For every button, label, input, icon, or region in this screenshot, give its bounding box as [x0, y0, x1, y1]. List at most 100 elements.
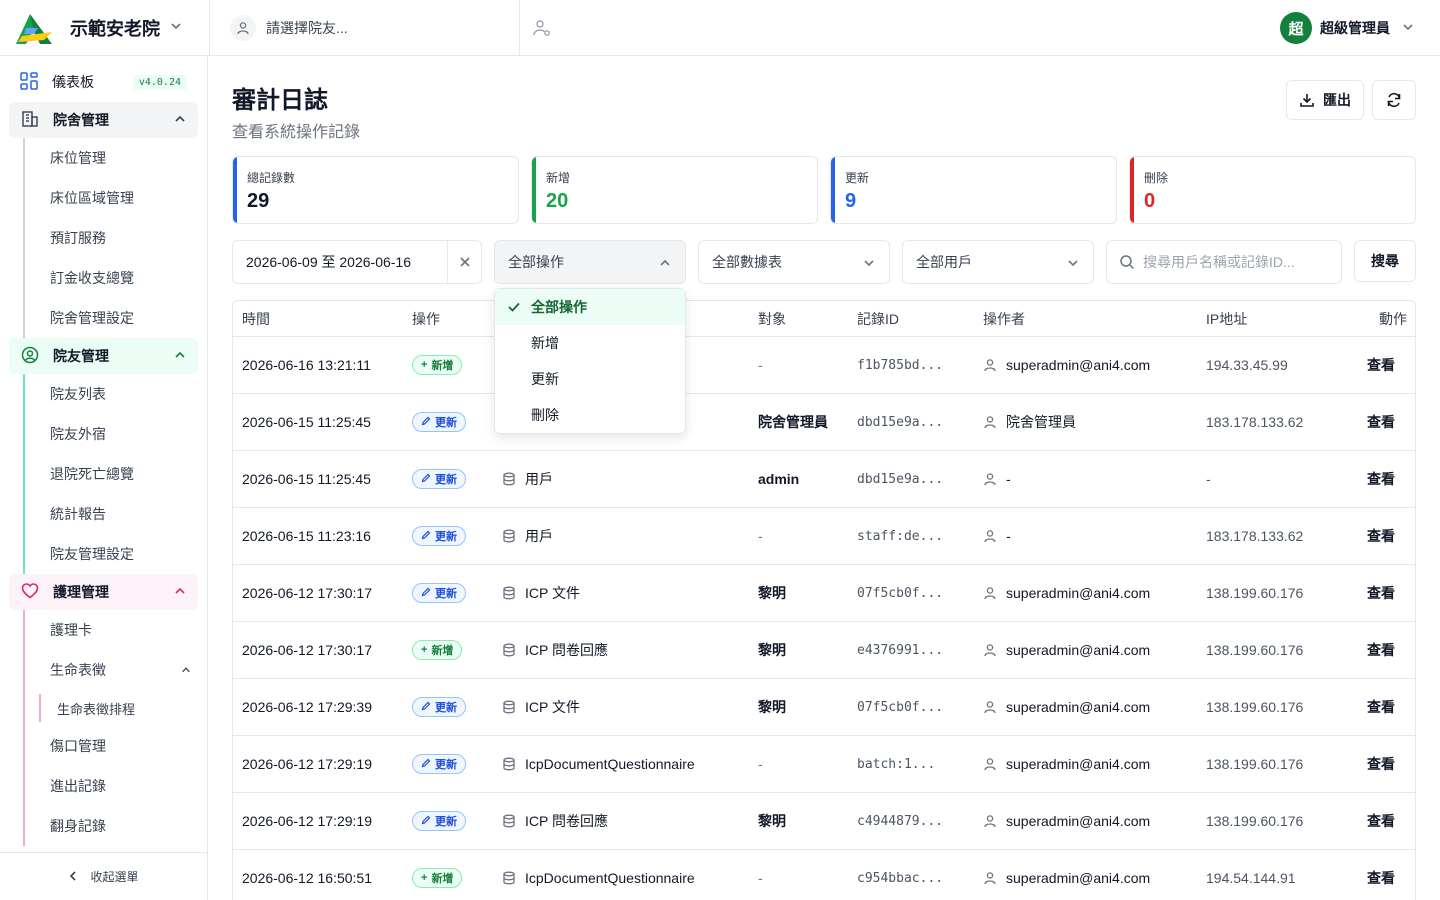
view-button[interactable]: 查看: [1346, 583, 1415, 603]
sidebar-submenu-nursing: 護理卡 生命表徵 生命表徵排程 傷口管理 進出記錄 翻身記錄: [23, 610, 207, 846]
sidebar-group-residents[interactable]: 院友管理: [9, 338, 198, 374]
view-button[interactable]: 查看: [1346, 355, 1415, 375]
export-button[interactable]: 匯出: [1286, 80, 1364, 120]
stat-value: 29: [247, 190, 270, 212]
cell-actor: 院舍管理員: [983, 412, 1206, 432]
column-header-actor[interactable]: 操作者: [983, 309, 1206, 329]
collapse-menu-button[interactable]: 收起選單: [0, 852, 207, 900]
resident-selector[interactable]: 請選擇院友...: [230, 0, 520, 55]
org-switcher[interactable]: 示範安老院: [0, 0, 210, 55]
view-button[interactable]: 查看: [1346, 697, 1415, 717]
sidebar-item-vitals[interactable]: 生命表徵: [23, 650, 207, 690]
cell-ip: 138.199.60.176: [1206, 585, 1304, 601]
table-name: ICP 文件: [525, 699, 580, 715]
sidebar-group-facility[interactable]: 院舍管理: [9, 102, 198, 138]
view-button[interactable]: 查看: [1346, 469, 1415, 489]
date-range-value: 2026-06-09 至 2026-06-16: [246, 254, 412, 270]
sidebar: 儀表板 v4.0.24 院舍管理 床位管理 床位區域管理 預訂服務 訂金收支總覽…: [0, 56, 208, 900]
sidebar-item-resident-leave[interactable]: 院友外宿: [23, 414, 207, 454]
sidebar-item-bed-areas[interactable]: 床位區域管理: [23, 178, 207, 218]
database-icon: [503, 586, 515, 600]
view-button[interactable]: 查看: [1346, 868, 1415, 888]
cell-table: ICP 文件: [502, 583, 758, 603]
table-select[interactable]: 全部數據表: [698, 240, 890, 284]
operation-badge-label: 新增: [431, 873, 454, 885]
operation-badge: 更新: [412, 697, 466, 717]
user-name: 超級管理員: [1320, 20, 1390, 36]
chevron-up-icon: [174, 112, 186, 128]
view-button[interactable]: 查看: [1346, 640, 1415, 660]
column-header-object[interactable]: 對象: [758, 309, 857, 329]
operation-badge: + 新增: [412, 868, 463, 888]
sidebar-item-dashboard[interactable]: 儀表板 v4.0.24: [0, 62, 207, 102]
sidebar-item-bookings[interactable]: 預訂服務: [23, 218, 207, 258]
column-header-record-id[interactable]: 記錄ID: [857, 309, 983, 329]
page-title: 審計日誌: [232, 87, 328, 114]
table-name: IcpDocumentQuestionnaire: [525, 870, 695, 886]
version-badge: v4.0.24: [132, 74, 187, 90]
sidebar-item-care-card[interactable]: 護理卡: [23, 610, 207, 650]
sidebar-item-wounds[interactable]: 傷口管理: [23, 726, 207, 766]
sidebar-item-entry-exit[interactable]: 進出記錄: [23, 766, 207, 806]
cell-object: -: [758, 528, 763, 544]
dropdown-option-delete[interactable]: 刪除: [495, 397, 685, 433]
user-select[interactable]: 全部用戶: [902, 240, 1094, 284]
sidebar-item-vitals-schedule[interactable]: 生命表徵排程: [39, 690, 207, 726]
cell-operation: + 新增: [412, 640, 502, 660]
pencil-icon: [421, 473, 431, 486]
sidebar-item-turning[interactable]: 翻身記錄: [23, 806, 207, 846]
actor-name: superadmin@ani4.com: [1006, 756, 1151, 772]
user-menu[interactable]: 超 超級管理員: [1280, 0, 1414, 56]
database-icon: [503, 472, 515, 486]
table-row: 2026-06-12 17:30:17 + 新增 ICP 問卷回應 黎明 e4376991…: [233, 622, 1415, 679]
operation-select[interactable]: 全部操作: [494, 240, 686, 284]
table-row: 2026-06-15 11:23:16 更新 用戶 - staff:de... - 183.…: [233, 508, 1415, 565]
sidebar-item-label: 生命表徵: [50, 662, 106, 678]
clear-date-button[interactable]: [447, 241, 481, 283]
cell-ip: 194.54.144.91: [1206, 870, 1296, 886]
cell-record-id: e4376991...: [857, 642, 944, 658]
stat-label: 刪除: [1144, 171, 1169, 185]
stat-card-delete: 刪除 0: [1129, 156, 1416, 224]
sidebar-item-resident-list[interactable]: 院友列表: [23, 374, 207, 414]
table-name: IcpDocumentQuestionnaire: [525, 756, 695, 772]
sidebar-item-beds[interactable]: 床位管理: [23, 138, 207, 178]
date-range-picker[interactable]: 2026-06-09 至 2026-06-16: [232, 240, 482, 284]
user-icon: [984, 359, 996, 372]
sidebar-item-discharge[interactable]: 退院死亡總覽: [23, 454, 207, 494]
cell-record-id: 07f5cb0f...: [857, 585, 944, 601]
table-row: 2026-06-12 17:29:19 更新 ICP 問卷回應 黎明 c4944879.…: [233, 793, 1415, 850]
sidebar-item-facility-settings[interactable]: 院舍管理設定: [23, 298, 207, 338]
stat-label: 更新: [845, 171, 870, 185]
sidebar-item-resident-settings[interactable]: 院友管理設定: [23, 534, 207, 574]
cell-record-id: f1b785bd...: [857, 357, 944, 373]
column-header-operation[interactable]: 操作: [412, 309, 502, 329]
column-header-ip[interactable]: IP地址: [1206, 309, 1346, 329]
column-header-action: 動作: [1379, 310, 1407, 327]
user-icon: [984, 530, 996, 543]
sidebar-item-deposits[interactable]: 訂金收支總覽: [23, 258, 207, 298]
dropdown-option-update[interactable]: 更新: [495, 361, 685, 397]
user-icon: [984, 473, 996, 486]
refresh-button[interactable]: [1372, 80, 1416, 120]
column-header-time[interactable]: 時間: [233, 309, 412, 329]
filter-bar: 2026-06-09 至 2026-06-16 全部操作 全部數據表 全部用戶 …: [232, 240, 1416, 284]
search-button[interactable]: 搜尋: [1354, 240, 1416, 282]
user-settings-icon[interactable]: [532, 18, 552, 38]
dropdown-option-create[interactable]: 新增: [495, 325, 685, 361]
chevron-down-icon: [1067, 256, 1079, 272]
view-button[interactable]: 查看: [1346, 412, 1415, 432]
search-input[interactable]: [1143, 254, 1333, 270]
operation-badge: + 新增: [412, 355, 463, 375]
table-select-value: 全部數據表: [712, 254, 782, 270]
view-button[interactable]: 查看: [1346, 811, 1415, 831]
operation-badge: 更新: [412, 583, 466, 603]
dropdown-option-all[interactable]: 全部操作: [495, 289, 685, 325]
cell-record-id: c954bbac...: [857, 870, 944, 886]
search-box: [1106, 240, 1342, 284]
view-button[interactable]: 查看: [1346, 526, 1415, 546]
dropdown-option-label: 刪除: [531, 407, 559, 423]
view-button[interactable]: 查看: [1346, 754, 1415, 774]
sidebar-item-reports[interactable]: 統計報告: [23, 494, 207, 534]
sidebar-group-nursing[interactable]: 護理管理: [9, 574, 198, 610]
